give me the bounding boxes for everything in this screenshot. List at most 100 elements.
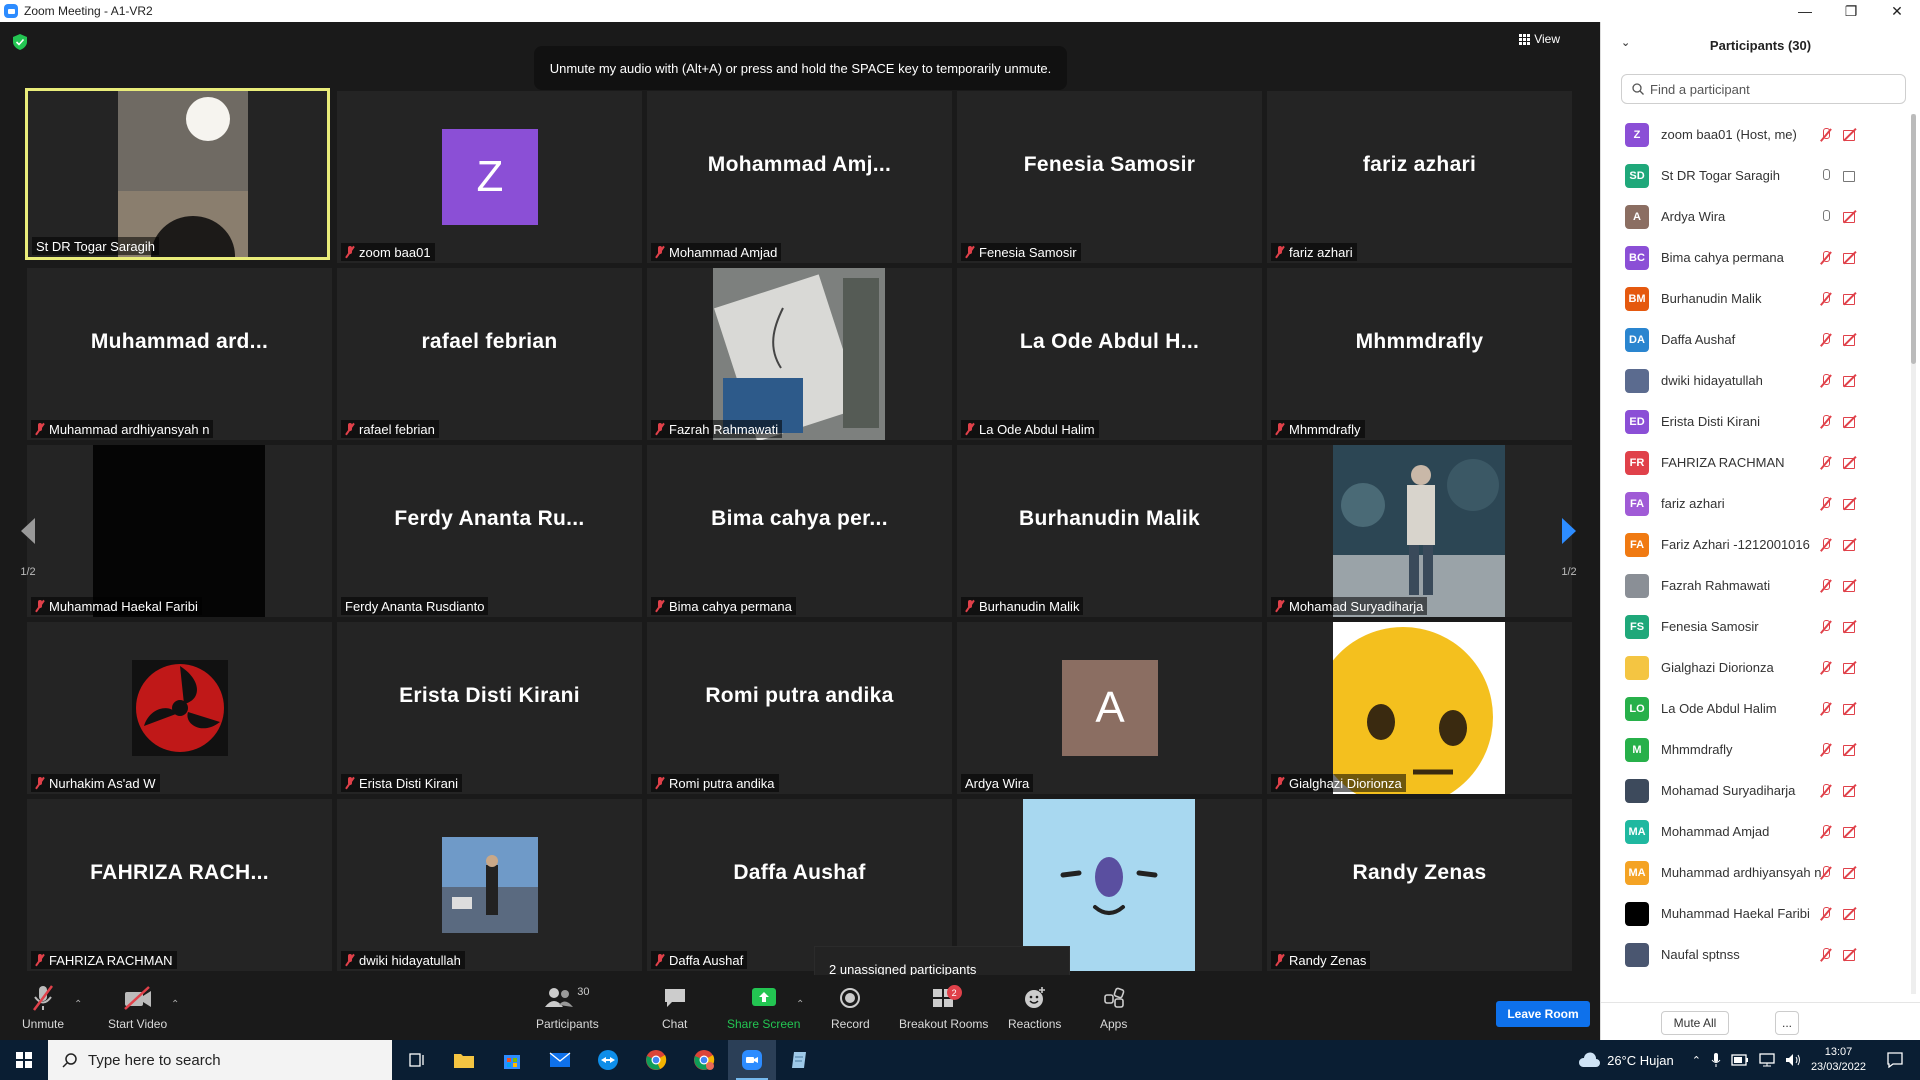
camera-icon[interactable] [1843,170,1859,182]
chrome-taskbar[interactable] [632,1040,680,1080]
mic-muted-icon[interactable] [1819,742,1831,757]
mic-muted-icon[interactable] [1819,332,1831,347]
camera-off-icon[interactable] [1843,621,1859,633]
participant-row[interactable]: ED Erista Disti Kirani [1601,401,1905,442]
share-options-caret-icon[interactable]: ⌃ [796,999,804,1010]
camera-off-icon[interactable] [1843,334,1859,346]
video-tile[interactable]: Mhmmdrafly Mhmmdrafly [1267,268,1572,440]
task-view-button[interactable] [392,1040,440,1080]
mic-muted-icon[interactable] [1819,865,1831,880]
participant-row[interactable]: FS Fenesia Samosir [1601,606,1905,647]
previous-page-button[interactable]: 1/2 [10,502,46,594]
mic-muted-icon[interactable] [1819,250,1831,265]
participant-row[interactable]: FA fariz azhari [1601,483,1905,524]
collapse-chevron-icon[interactable]: ⌄ [1621,36,1630,49]
participant-row[interactable]: Mohamad Suryadiharja [1601,770,1905,811]
video-tile[interactable]: Randy Zenas Randy Zenas [1267,799,1572,971]
close-button[interactable]: ✕ [1874,0,1920,22]
camera-off-icon[interactable] [1843,580,1859,592]
store-taskbar[interactable] [488,1040,536,1080]
mic-icon[interactable] [1819,209,1831,224]
participant-row[interactable]: DA Daffa Aushaf [1601,319,1905,360]
participant-row[interactable]: Gialghazi Diorionza [1601,647,1905,688]
video-tile[interactable]: Nurhakim As'ad W [27,622,332,794]
weather-cloud-icon[interactable] [1577,1051,1601,1069]
taskbar-clock[interactable]: 13:07 23/03/2022 [1811,1045,1866,1075]
video-tile[interactable]: A Ardya Wira [957,622,1262,794]
mic-icon[interactable] [1819,168,1831,183]
video-tile[interactable]: Fazrah Rahmawati [647,268,952,440]
video-tile[interactable]: Fenesia Samosir Fenesia Samosir [957,91,1262,263]
video-tile[interactable]: Mohammad Amj... Mohammad Amjad [647,91,952,263]
participant-row[interactable]: M Mhmmdrafly [1601,729,1905,770]
next-page-button[interactable]: 1/2 [1551,502,1587,594]
participant-row[interactable]: SD St DR Togar Saragih [1601,155,1905,196]
participant-row[interactable]: FA Fariz Azhari -1212001016 [1601,524,1905,565]
mic-muted-icon[interactable] [1819,701,1831,716]
mic-muted-icon[interactable] [1819,496,1831,511]
file-explorer-taskbar[interactable] [440,1040,488,1080]
notes-taskbar[interactable] [776,1040,824,1080]
mic-muted-icon[interactable] [1819,824,1831,839]
participant-row[interactable]: LO La Ode Abdul Halim [1601,688,1905,729]
mic-muted-icon[interactable] [1819,619,1831,634]
apps-button[interactable]: Apps [1100,983,1127,1031]
video-tile[interactable]: Ferdy Ananta Ru... Ferdy Ananta Rusdiant… [337,445,642,617]
microphone-icon[interactable] [1711,1052,1721,1068]
view-button[interactable]: View [1519,32,1560,46]
mic-muted-icon[interactable] [1819,291,1831,306]
participant-row[interactable]: Zzoom baa01 (Host, me) [1601,114,1905,155]
leave-room-button[interactable]: Leave Room [1496,1001,1590,1027]
weather-text[interactable]: 26°C Hujan [1607,1053,1674,1068]
camera-off-icon[interactable] [1843,375,1859,387]
maximize-button[interactable]: ❐ [1828,0,1874,22]
camera-off-icon[interactable] [1843,129,1859,141]
participant-row[interactable]: MA Mohammad Amjad [1601,811,1905,852]
mic-muted-icon[interactable] [1819,947,1831,962]
participants-button[interactable]: 30 Participants [536,983,599,1031]
mic-muted-icon[interactable] [1819,537,1831,552]
camera-off-icon[interactable] [1843,703,1859,715]
participant-row[interactable]: BM Burhanudin Malik [1601,278,1905,319]
video-tile[interactable]: FAHRIZA RACH... FAHRIZA RACHMAN [27,799,332,971]
video-tile[interactable]: Muhammad ard... Muhammad ardhiyansyah n [27,268,332,440]
camera-off-icon[interactable] [1843,211,1859,223]
camera-off-icon[interactable] [1843,785,1859,797]
mic-muted-icon[interactable] [1819,906,1831,921]
reactions-button[interactable]: Reactions [1008,983,1061,1031]
camera-off-icon[interactable] [1843,293,1859,305]
mic-muted-icon[interactable] [1819,578,1831,593]
mic-muted-icon[interactable] [1819,127,1831,142]
zoom-taskbar[interactable] [728,1040,776,1080]
camera-off-icon[interactable] [1843,252,1859,264]
participant-row[interactable]: BC Bima cahya permana [1601,237,1905,278]
participant-row[interactable]: FR FAHRIZA RACHMAN [1601,442,1905,483]
video-tile[interactable]: La Ode Abdul H... La Ode Abdul Halim [957,268,1262,440]
teamviewer-taskbar[interactable] [584,1040,632,1080]
participant-row[interactable]: dwiki hidayatullah [1601,360,1905,401]
video-tile[interactable]: Z zoom baa01 [337,91,642,263]
camera-off-icon[interactable] [1843,867,1859,879]
unmute-button[interactable]: Unmute [22,983,64,1031]
participant-list-scrollbar[interactable] [1911,114,1916,994]
mic-muted-icon[interactable] [1819,414,1831,429]
video-tile[interactable]: St DR Togar Saragih [25,88,330,260]
video-tile[interactable]: Burhanudin Malik Burhanudin Malik [957,445,1262,617]
encryption-shield-icon[interactable] [13,34,27,50]
mail-taskbar[interactable] [536,1040,584,1080]
participant-row[interactable]: A Ardya Wira [1601,196,1905,237]
video-tile[interactable]: Gialghazi Diorionza [1267,622,1572,794]
camera-off-icon[interactable] [1843,744,1859,756]
camera-off-icon[interactable] [1843,662,1859,674]
participant-row[interactable]: Naufal sptnss [1601,934,1905,975]
start-button[interactable] [0,1040,48,1080]
volume-icon[interactable] [1785,1053,1801,1067]
video-tile[interactable]: Mohamad Suryadiharja [1267,445,1572,617]
battery-icon[interactable] [1731,1052,1749,1068]
video-tile[interactable]: Bima cahya per... Bima cahya permana [647,445,952,617]
network-icon[interactable] [1759,1053,1775,1067]
video-options-caret-icon[interactable]: ⌃ [171,999,179,1010]
taskbar-search-box[interactable]: Type here to search [48,1040,392,1080]
mic-muted-icon[interactable] [1819,373,1831,388]
camera-off-icon[interactable] [1843,539,1859,551]
